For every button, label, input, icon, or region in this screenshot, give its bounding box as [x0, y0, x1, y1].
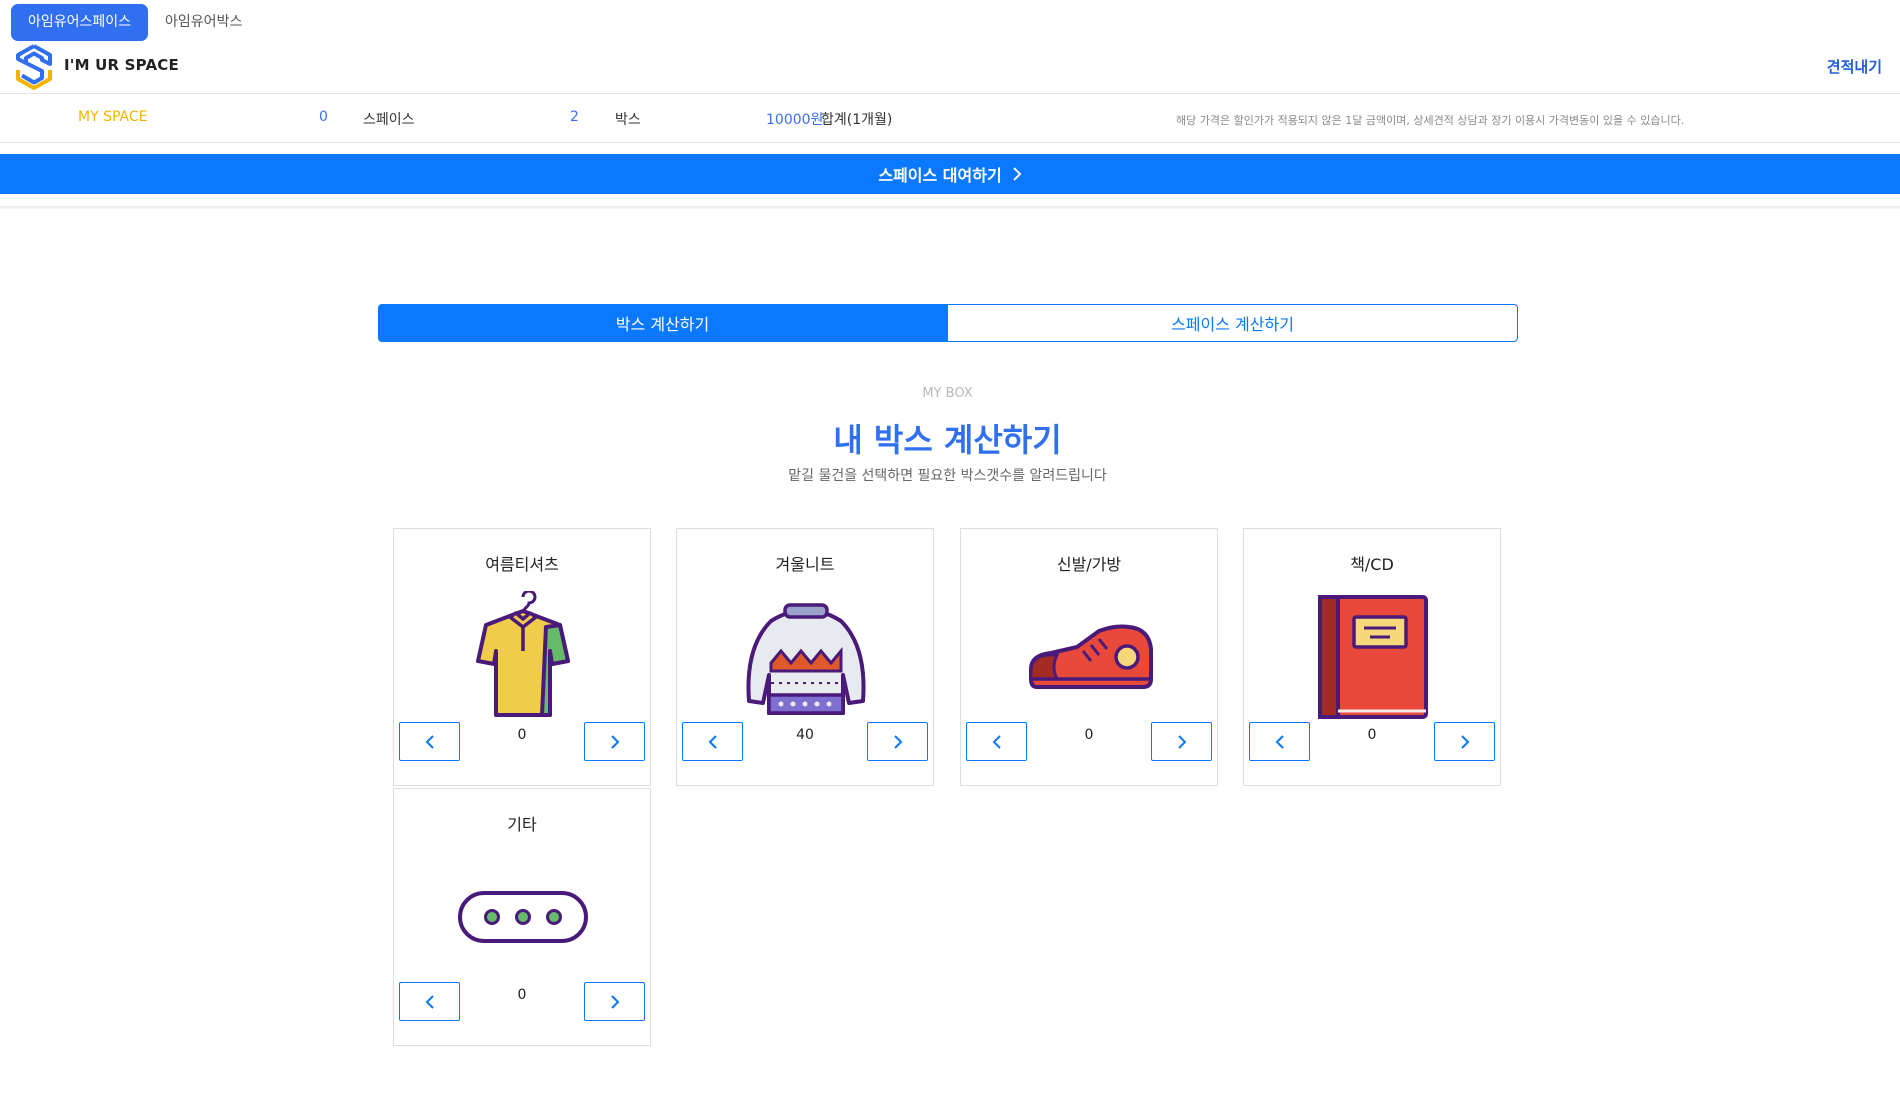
chevron-right-icon: [610, 994, 619, 1009]
increase-button[interactable]: [584, 722, 645, 761]
brand-name: I'M UR SPACE: [64, 56, 179, 74]
divider: [0, 206, 1900, 209]
section-title: 내 박스 계산하기: [833, 421, 1062, 459]
my-space-label: MY SPACE: [78, 109, 148, 125]
item-title: 기타: [507, 815, 537, 834]
tab-imurbox[interactable]: 아임유어박스: [148, 4, 259, 41]
chevron-right-icon: [1177, 734, 1186, 749]
item-card: 기타 0: [393, 788, 651, 1046]
item-card: 겨울니트 40: [676, 528, 934, 786]
logo-icon[interactable]: [14, 44, 54, 90]
quote-link[interactable]: 견적내기: [1827, 56, 1882, 77]
item-title: 신발/가방: [1056, 555, 1122, 574]
calc-tabs: 박스 계산하기 스페이스 계산하기: [378, 304, 1518, 342]
book-icon: [1318, 595, 1428, 719]
rent-space-button[interactable]: 스페이스 대여하기: [0, 154, 1900, 194]
header: I'M UR SPACE 견적내기: [0, 41, 1900, 94]
space-label: 스페이스: [363, 112, 415, 128]
box-label: 박스: [615, 112, 641, 128]
chevron-right-icon: [893, 734, 902, 749]
item-title: 겨울니트: [775, 555, 835, 574]
item-title: 책/CD: [1350, 555, 1394, 574]
more-icon: [458, 891, 588, 943]
chevron-right-icon: [610, 734, 619, 749]
increase-button[interactable]: [584, 982, 645, 1021]
increase-button[interactable]: [1151, 722, 1212, 761]
item-title: 여름티셔츠: [485, 555, 559, 574]
section-eyebrow: MY BOX: [922, 386, 973, 401]
total-label: 합계(1개월): [821, 112, 893, 128]
tab-space-calc[interactable]: 스페이스 계산하기: [947, 304, 1518, 342]
tshirt-icon: [476, 591, 570, 717]
tab-imurspace[interactable]: 아임유어스페이스: [11, 4, 149, 41]
top-tabs: 아임유어스페이스 아임유어박스: [11, 4, 259, 41]
increase-button[interactable]: [867, 722, 928, 761]
item-card: 책/CD 0: [1243, 528, 1501, 786]
box-count: 2: [570, 109, 579, 125]
increase-button[interactable]: [1434, 722, 1495, 761]
sweater-icon: [746, 603, 866, 715]
section-subtitle: 맡길 물건을 선택하면 필요한 박스갯수를 알려드립니다: [788, 468, 1107, 484]
sneaker-icon: [1029, 624, 1153, 689]
rent-space-label: 스페이스 대여하기: [878, 166, 1002, 185]
price-notice: 해당 가격은 할인가가 적용되지 않은 1달 금액이며, 상세견적 상담과 장기…: [1176, 114, 1685, 127]
tab-box-calc[interactable]: 박스 계산하기: [378, 304, 947, 342]
item-card: 신발/가방 0: [960, 528, 1218, 786]
chevron-right-icon: [1012, 167, 1022, 181]
total-price: 10000원: [766, 112, 824, 128]
space-count: 0: [319, 109, 328, 125]
item-card: 여름티셔츠 0: [393, 528, 651, 786]
summary-bar: MY SPACE 0 스페이스 2 박스 10000원 합계(1개월) 해당 가…: [0, 94, 1900, 143]
chevron-right-icon: [1460, 734, 1469, 749]
